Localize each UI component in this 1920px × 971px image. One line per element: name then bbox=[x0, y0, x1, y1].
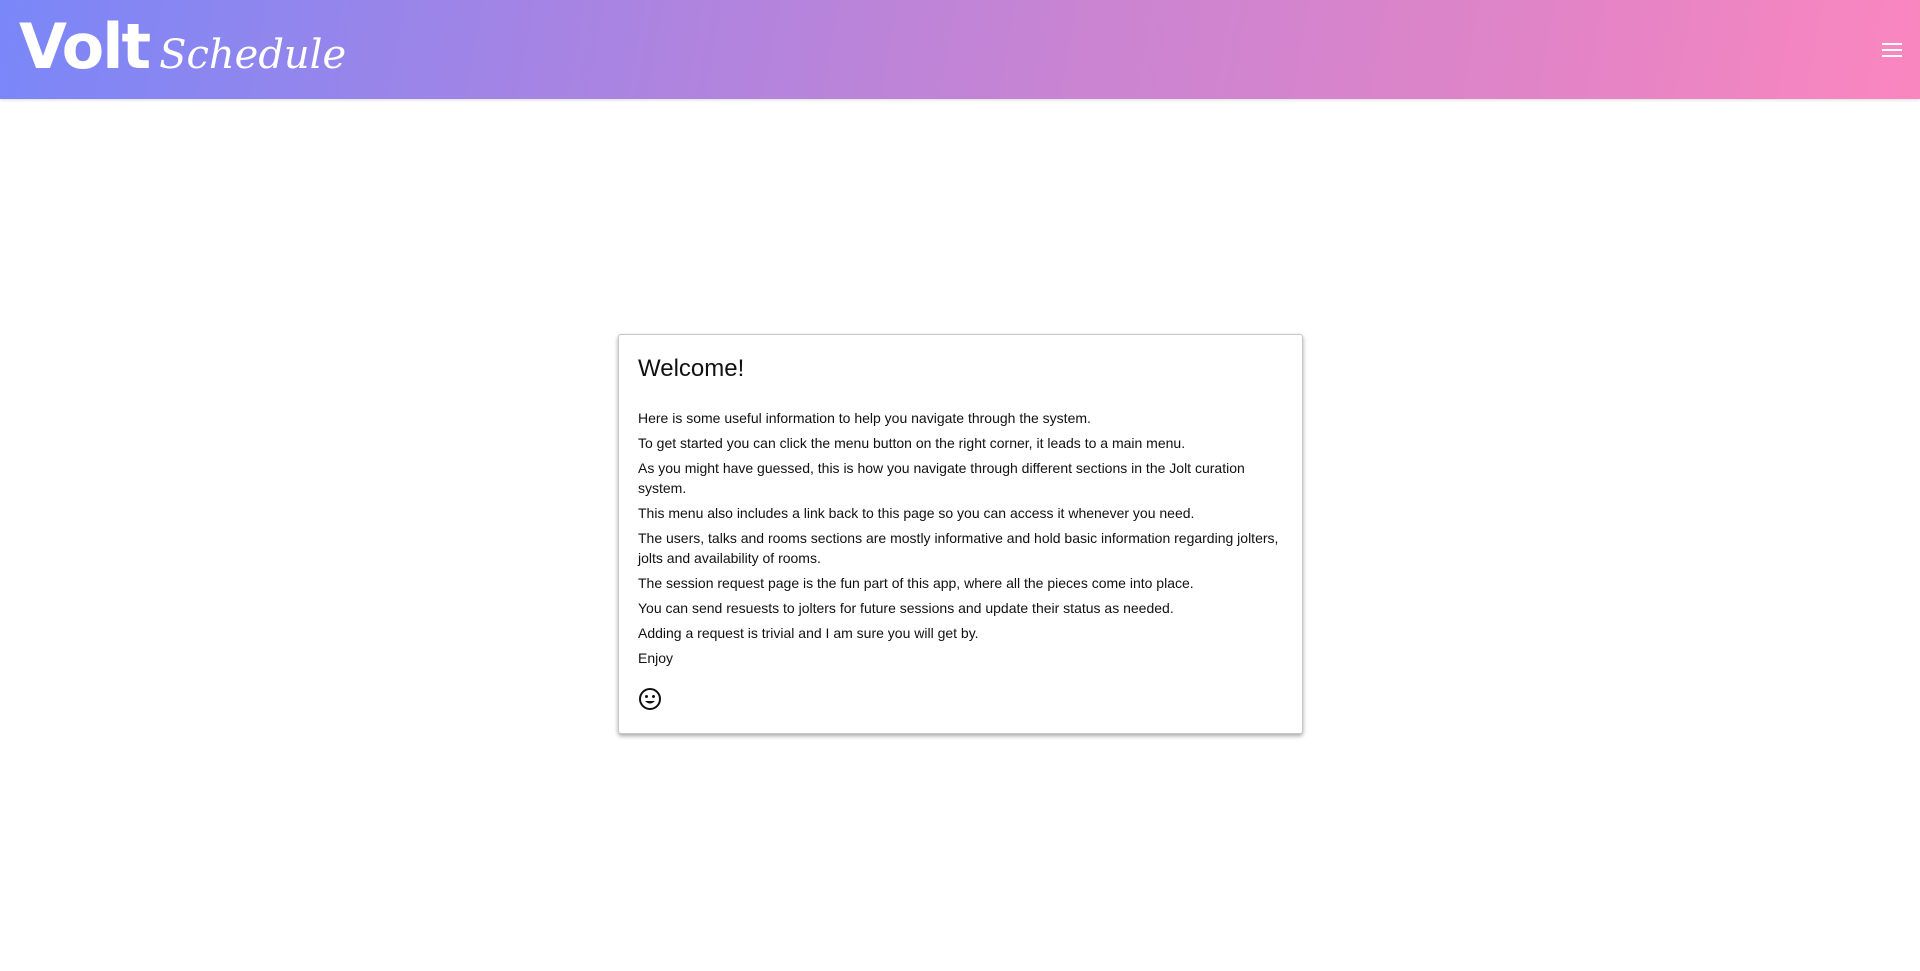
welcome-line: Here is some useful information to help … bbox=[638, 409, 1091, 426]
welcome-line: Adding a request is trivial and I am sur… bbox=[638, 624, 979, 641]
welcome-line: To get started you can click the menu bu… bbox=[638, 434, 1186, 451]
welcome-card: Welcome! Here is some useful information… bbox=[618, 334, 1303, 734]
welcome-line: This menu also includes a link back to t… bbox=[638, 504, 1195, 521]
hamburger-menu-icon bbox=[1882, 43, 1902, 57]
brand-subtitle: Schedule bbox=[159, 32, 347, 78]
welcome-line: You can send resuests to jolters for fut… bbox=[638, 599, 1174, 616]
brand-title: Volt bbox=[19, 10, 151, 83]
top-app-bar: Volt Schedule bbox=[0, 0, 1920, 99]
brand-logo[interactable]: Volt Schedule bbox=[19, 16, 346, 78]
welcome-line: Enjoy bbox=[638, 649, 674, 666]
welcome-line: The session request page is the fun part… bbox=[638, 574, 1194, 591]
welcome-line: The users, talks and rooms sections are … bbox=[638, 529, 1279, 566]
welcome-title: Welcome! bbox=[638, 355, 745, 382]
welcome-line: As you might have guessed, this is how y… bbox=[638, 459, 1245, 496]
smiley-icon bbox=[639, 687, 661, 710]
menu-button[interactable] bbox=[1878, 36, 1906, 64]
